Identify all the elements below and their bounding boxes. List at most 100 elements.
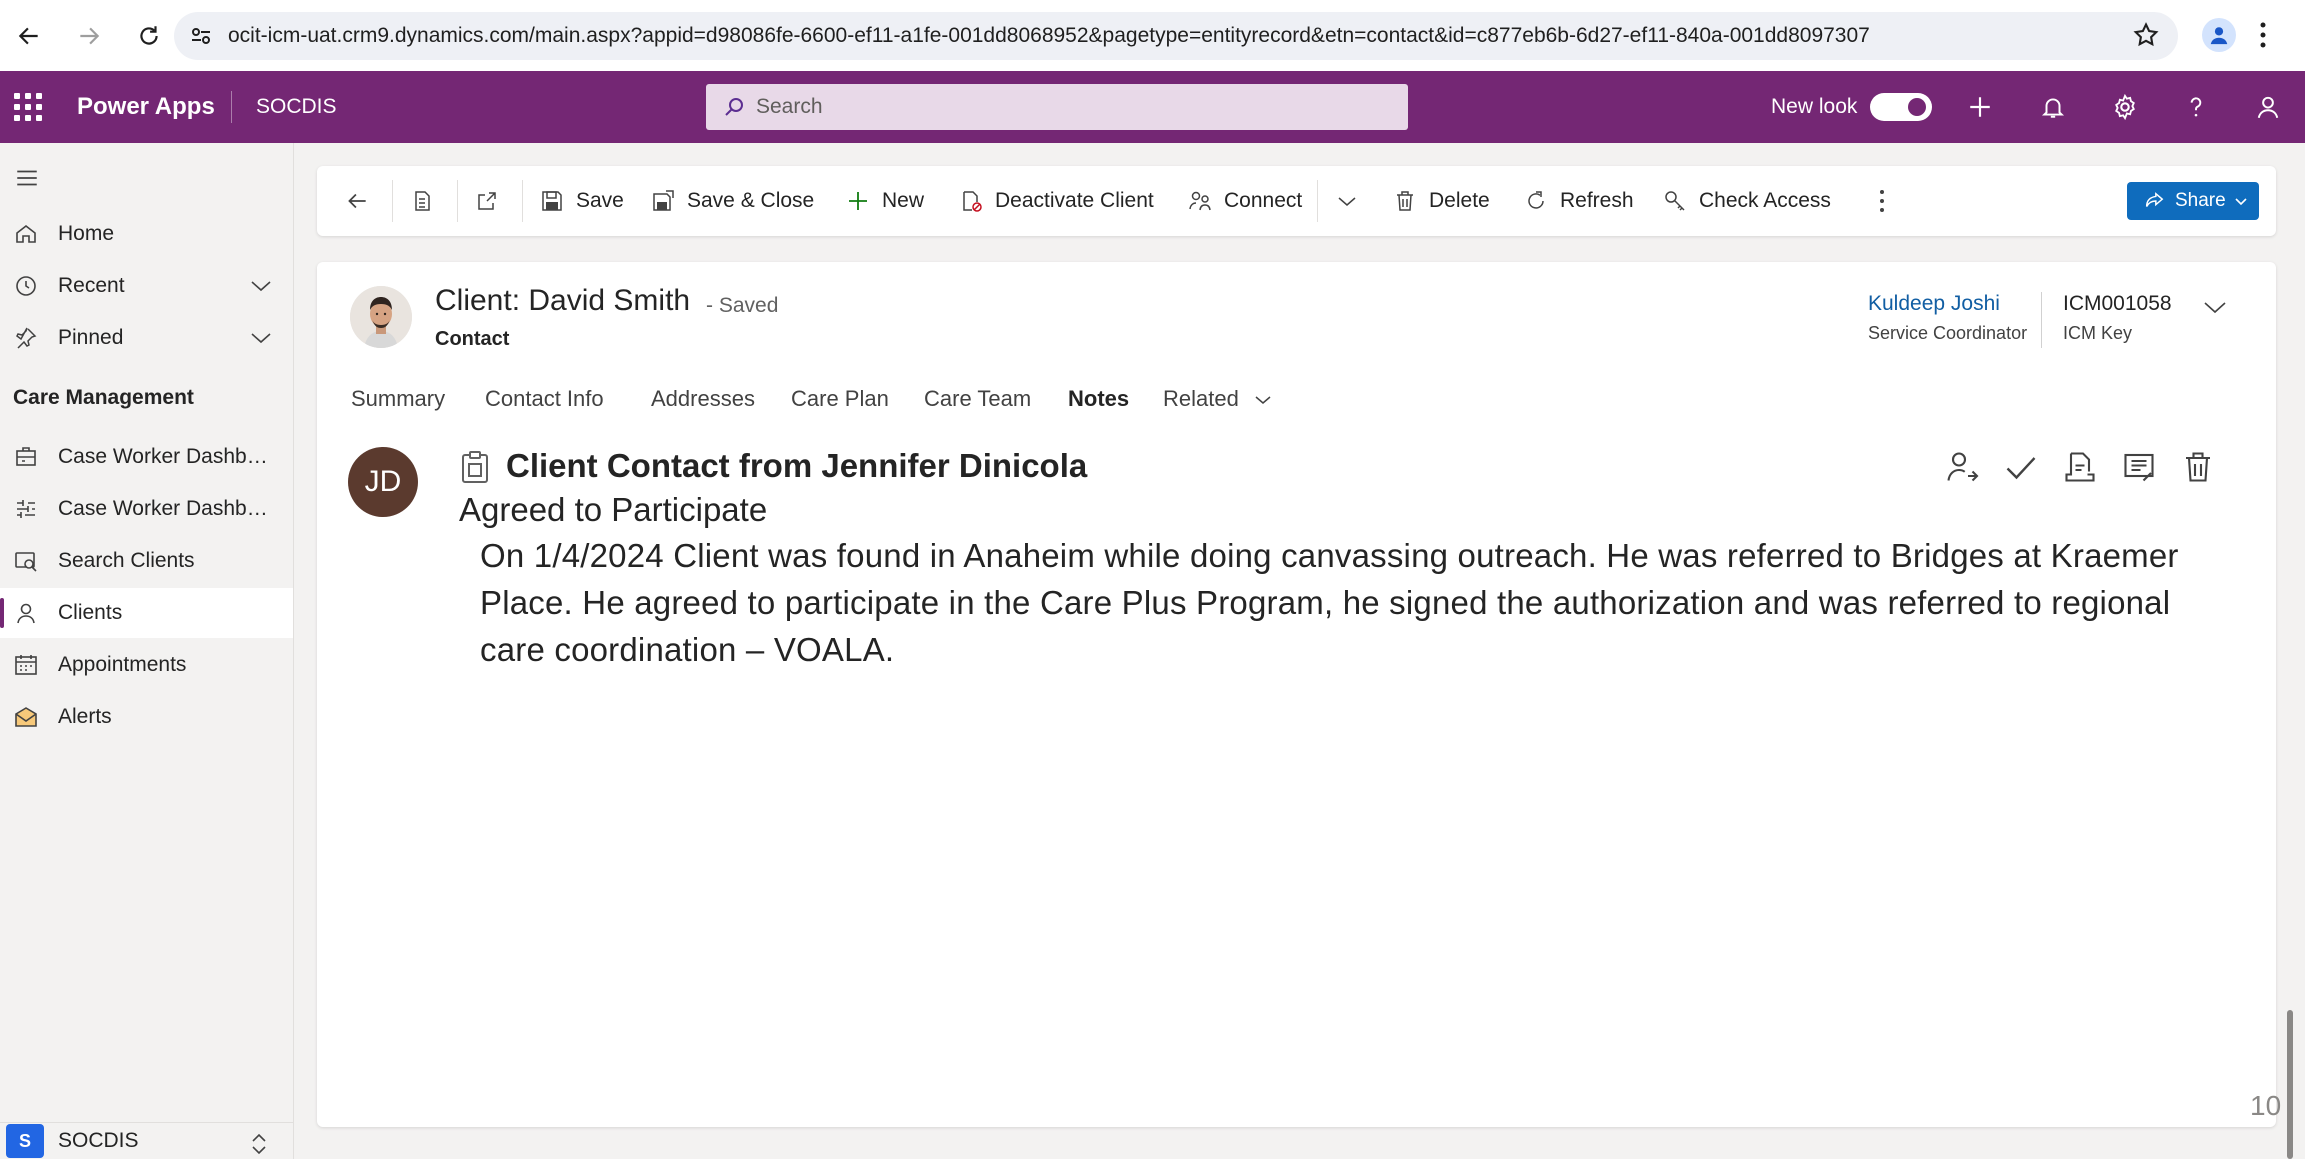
icm-key-value: ICM001058 [2063, 292, 2172, 315]
save-close-icon [649, 187, 677, 215]
sidebar-item-appointments[interactable]: Appointments [0, 640, 293, 690]
app-launcher-icon[interactable] [14, 93, 42, 121]
note-title: Client Contact from Jennifer Dinicola [506, 447, 1088, 484]
chevron-down-icon[interactable] [249, 328, 273, 348]
open-new-window-button[interactable] [473, 166, 511, 236]
account-person-icon[interactable] [2252, 91, 2284, 123]
sidebar-item-case-worker-dashboard-1[interactable]: Case Worker Dashbo... [0, 432, 293, 482]
more-commands-button[interactable] [1868, 166, 1906, 236]
back-arrow-icon[interactable] [6, 13, 52, 59]
checkmark-icon[interactable] [2001, 447, 2041, 487]
notification-bell-icon[interactable] [2037, 91, 2069, 123]
refresh-icon [1522, 187, 1550, 215]
sidebar-item-label: Case Worker Dashbo... [58, 445, 273, 468]
sidebar-item-search-clients[interactable]: Search Clients [0, 536, 293, 586]
sidebar-item-home[interactable]: Home [0, 209, 293, 259]
form-view-button[interactable] [408, 166, 446, 236]
add-icon[interactable] [1964, 91, 1996, 123]
sidebar-item-label: Search Clients [58, 549, 195, 572]
area-switcher[interactable]: S SOCDIS [0, 1122, 293, 1159]
deactivate-label: Deactivate Client [995, 189, 1154, 212]
bookmark-star-icon[interactable] [2132, 21, 2160, 49]
owner-link[interactable]: Kuldeep Joshi [1868, 292, 2000, 316]
sidebar-item-label: Alerts [58, 705, 112, 728]
record-form: Client: David Smith - Saved Contact Kuld… [317, 262, 2281, 1127]
more-vertical-icon [1868, 187, 1896, 215]
sidebar-item-case-worker-dashboard-2[interactable]: Case Worker Dashbo... [0, 484, 293, 534]
header-expand-chevron-icon[interactable] [2202, 296, 2228, 318]
person-icon [13, 600, 39, 626]
search-placeholder: Search [756, 95, 823, 118]
app-name[interactable]: SOCDIS [256, 95, 337, 119]
sidebar-item-alerts[interactable]: Alerts [0, 692, 293, 742]
sidebar-group-title: Care Management [13, 386, 194, 409]
help-icon[interactable] [2180, 91, 2212, 123]
save-label: Save [576, 189, 624, 212]
area-badge: S [6, 1124, 44, 1158]
command-separator [1317, 180, 1318, 222]
back-button[interactable] [343, 166, 381, 236]
settings-gear-icon[interactable] [2109, 91, 2141, 123]
add-to-queue-icon[interactable] [2060, 447, 2100, 487]
tab-related[interactable]: Related [1163, 386, 1273, 412]
client-avatar [350, 286, 412, 348]
tab-contact-info[interactable]: Contact Info [485, 386, 604, 412]
new-look-toggle[interactable] [1870, 93, 1932, 121]
entity-type: Contact [435, 328, 510, 350]
tab-related-label: Related [1163, 386, 1239, 411]
deactivate-client-button[interactable]: Deactivate Client [957, 166, 1154, 236]
chevron-down-icon[interactable] [249, 276, 273, 296]
global-search[interactable]: Search [706, 84, 1408, 130]
refresh-button[interactable]: Refresh [1522, 166, 1634, 236]
sidebar-item-clients[interactable]: Clients [0, 588, 293, 638]
chevron-up-down-icon[interactable] [249, 1131, 269, 1157]
check-access-button[interactable]: Check Access [1661, 166, 1831, 236]
command-bar: Save Save & Close New Deactivate Client … [317, 166, 2276, 236]
sidebar-item-recent[interactable]: Recent [0, 261, 293, 311]
calendar-icon [13, 652, 39, 678]
tab-care-plan[interactable]: Care Plan [791, 386, 889, 412]
browser-menu-icon[interactable] [2258, 18, 2268, 52]
new-look-label: New look [1771, 95, 1858, 118]
assign-note-icon[interactable] [1942, 447, 1982, 487]
delete-button[interactable]: Delete [1391, 166, 1490, 236]
command-separator [392, 180, 393, 222]
alert-mail-icon [13, 704, 39, 730]
connect-button[interactable]: Connect [1186, 166, 1302, 236]
page-number: 10 [2250, 1090, 2282, 1121]
tab-care-team[interactable]: Care Team [924, 386, 1031, 412]
sidebar-item-label: Pinned [58, 326, 124, 349]
tab-notes[interactable]: Notes [1068, 386, 1129, 412]
save-button[interactable]: Save [538, 166, 624, 236]
sidebar-item-label: Appointments [58, 653, 187, 676]
record-title: Client: David Smith [435, 284, 691, 317]
delete-note-icon[interactable] [2178, 447, 2218, 487]
hamburger-menu-icon[interactable] [14, 165, 40, 191]
site-info-icon[interactable] [186, 21, 216, 51]
address-bar[interactable]: ocit-icm-uat.crm9.dynamics.com/main.aspx… [174, 12, 2178, 60]
note-subject: Agreed to Participate [459, 491, 768, 528]
sidebar-item-label: Home [58, 222, 115, 245]
share-button[interactable]: Share [2127, 182, 2259, 220]
search-icon [722, 95, 746, 119]
header-divider [2041, 292, 2042, 348]
connect-dropdown-button[interactable] [1333, 166, 1371, 236]
check-access-label: Check Access [1699, 189, 1831, 212]
save-and-close-button[interactable]: Save & Close [649, 166, 814, 236]
chevron-down-icon [1333, 187, 1361, 215]
sidebar-item-pinned[interactable]: Pinned [0, 313, 293, 363]
new-button[interactable]: New [844, 166, 924, 236]
tab-summary[interactable]: Summary [351, 386, 445, 412]
reload-icon[interactable] [126, 13, 172, 59]
browser-profile-icon[interactable] [2202, 18, 2236, 52]
edit-note-icon[interactable] [2119, 447, 2159, 487]
url-text[interactable]: ocit-icm-uat.crm9.dynamics.com/main.aspx… [228, 24, 1870, 48]
forward-arrow-icon[interactable] [66, 13, 112, 59]
brand-title[interactable]: Power Apps [77, 93, 215, 121]
vertical-scrollbar[interactable] [2287, 1010, 2293, 1159]
tab-addresses[interactable]: Addresses [651, 386, 755, 412]
refresh-label: Refresh [1560, 189, 1634, 212]
note-author-avatar: JD [348, 447, 418, 517]
icm-key-label: ICM Key [2063, 323, 2133, 343]
dashboard-icon [13, 444, 39, 470]
